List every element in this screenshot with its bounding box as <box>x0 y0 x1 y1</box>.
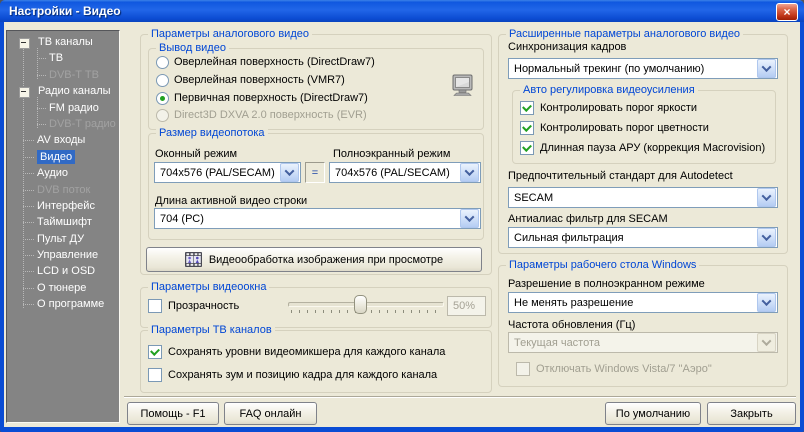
checkbox-disabled-icon <box>516 362 530 376</box>
antialias-filter-select[interactable]: Сильная фильтрация <box>508 227 778 248</box>
film-strip-icon <box>184 252 202 267</box>
group-title: Авто регулировка видеоусиления <box>520 84 698 97</box>
radio-overlay-directdraw7[interactable]: Оверлейная поверхность (DirectDraw7) <box>156 55 375 69</box>
checkbox-checked-icon <box>520 121 534 135</box>
help-button[interactable]: Помощь - F1 <box>127 402 219 425</box>
group-title: Параметры аналогового видео <box>148 28 312 41</box>
sidebar-item-remote[interactable]: Пульт ДУ <box>7 231 119 247</box>
window-title: Настройки - Видео <box>9 4 121 18</box>
group-title: Параметры рабочего стола Windows <box>506 259 700 272</box>
sidebar-item-interface[interactable]: Интерфейс <box>7 198 119 214</box>
sidebar-item-dvbt-radio: DVB-T радио <box>7 116 119 132</box>
video-processing-button[interactable]: Видеообработка изображения при просмотре <box>146 247 482 272</box>
sidebar-item-av-inputs[interactable]: AV входы <box>7 132 119 148</box>
chevron-down-icon <box>757 59 776 78</box>
agc-pause-checkbox[interactable]: Длинная пауза АРУ (коррекция Macrovision… <box>520 141 765 155</box>
chevron-down-icon <box>757 333 776 352</box>
sidebar-item-control[interactable]: Управление <box>7 247 119 263</box>
radio-icon <box>156 55 169 69</box>
refresh-rate-label: Частота обновления (Гц) <box>508 319 636 331</box>
settings-tree: ТВ каналы ТВ DVB-T ТВ Радио каналы FM ра… <box>7 34 119 313</box>
settings-window: Настройки - Видео × ТВ каналы ТВ DVB-T Т… <box>0 0 804 432</box>
preferred-standard-label: Предпочтительный стандарт для Autodetect <box>508 170 733 182</box>
footer-divider <box>124 396 796 398</box>
fullscreen-mode-label: Полноэкранный режим <box>333 148 451 160</box>
sidebar-item-about-tuner[interactable]: О тюнере <box>7 280 119 296</box>
windowed-size-select[interactable]: 704x576 (PAL/SECAM) <box>154 162 301 183</box>
group-title: Расширенные параметры аналогового видео <box>506 28 744 41</box>
save-mixer-levels-checkbox[interactable]: Сохранять уровни видеомикшера для каждог… <box>148 345 445 359</box>
sidebar-item-video[interactable]: Видео <box>7 149 119 165</box>
settings-nav-sidebar: ТВ каналы ТВ DVB-T ТВ Радио каналы FM ра… <box>6 30 120 423</box>
close-dialog-button[interactable]: Закрыть <box>707 402 796 425</box>
sidebar-item-audio[interactable]: Аудио <box>7 165 119 181</box>
radio-selected-icon <box>156 91 169 105</box>
group-title: Размер видеопотока <box>156 127 268 140</box>
selected-item-highlight: Видео <box>37 149 76 164</box>
slider-thumb[interactable] <box>354 295 367 314</box>
brightness-threshold-checkbox[interactable]: Контролировать порог яркости <box>520 101 697 115</box>
group-title: Параметры видеоокна <box>148 281 270 294</box>
checkbox-checked-icon <box>148 345 162 359</box>
windowed-mode-label: Оконный режим <box>155 148 238 160</box>
equals-indicator: = <box>305 162 325 183</box>
chroma-threshold-checkbox[interactable]: Контролировать порог цветности <box>520 121 709 135</box>
chevron-down-icon <box>280 163 299 182</box>
collapse-minus-icon[interactable] <box>19 87 30 99</box>
group-title: Вывод видео <box>156 42 229 55</box>
checkbox-checked-icon <box>520 101 534 115</box>
chevron-down-icon <box>757 228 776 247</box>
chevron-down-icon <box>460 209 479 228</box>
sidebar-item-about-program[interactable]: О программе <box>7 296 119 312</box>
title-bar: Настройки - Видео × <box>0 0 804 22</box>
radio-dxva-evr: Direct3D DXVA 2.0 поверхность (EVR) <box>156 108 367 122</box>
frame-sync-select[interactable]: Нормальный трекинг (по умолчанию) <box>508 58 778 79</box>
transparency-slider[interactable] <box>288 295 444 314</box>
sidebar-item-tv[interactable]: ТВ <box>7 50 119 66</box>
fullscreen-resolution-select[interactable]: Не менять разрешение <box>508 292 778 313</box>
radio-primary-directdraw7[interactable]: Первичная поверхность (DirectDraw7) <box>156 91 368 105</box>
monitor-icon <box>452 74 473 96</box>
checkbox-checked-icon <box>520 141 534 155</box>
group-title: Параметры ТВ каналов <box>148 324 275 337</box>
tv-channels-params-group: Параметры ТВ каналов <box>140 324 492 393</box>
close-button[interactable]: × <box>776 3 798 21</box>
chevron-down-icon <box>757 293 776 312</box>
fullscreen-resolution-label: Разрешение в полноэкранном режиме <box>508 278 705 290</box>
sidebar-item-tv-channels[interactable]: ТВ каналы <box>7 34 119 50</box>
sidebar-item-fm-radio[interactable]: FM радио <box>7 100 119 116</box>
defaults-button[interactable]: По умолчанию <box>605 402 701 425</box>
sidebar-item-radio-channels[interactable]: Радио каналы <box>7 83 119 99</box>
disable-aero-checkbox: Отключать Windows Vista/7 "Аэро" <box>516 362 712 376</box>
sidebar-item-dvbt-tv: DVB-T ТВ <box>7 67 119 83</box>
refresh-rate-select: Текущая частота <box>508 332 778 353</box>
chevron-down-icon <box>757 188 776 207</box>
radio-disabled-icon <box>156 108 169 122</box>
line-length-label: Длина активной видео строки <box>155 195 308 207</box>
transparency-value-field: 50% <box>447 296 486 316</box>
sidebar-item-timeshift[interactable]: Таймшифт <box>7 214 119 230</box>
transparency-checkbox[interactable]: Прозрачность <box>148 299 239 313</box>
preferred-standard-select[interactable]: SECAM <box>508 187 778 208</box>
collapse-minus-icon[interactable] <box>19 38 30 49</box>
antialias-filter-label: Антиалиас фильтр для SECAM <box>508 213 668 225</box>
dialog-body: ТВ каналы ТВ DVB-T ТВ Радио каналы FM ра… <box>4 22 800 427</box>
checkbox-icon <box>148 368 162 382</box>
save-zoom-position-checkbox[interactable]: Сохранять зум и позицию кадра для каждог… <box>148 368 437 382</box>
radio-icon <box>156 73 169 87</box>
chevron-down-icon <box>460 163 479 182</box>
faq-online-button[interactable]: FAQ онлайн <box>224 402 317 425</box>
fullscreen-size-select[interactable]: 704x576 (PAL/SECAM) <box>329 162 481 183</box>
line-length-select[interactable]: 704 (РС) <box>154 208 481 229</box>
checkbox-icon <box>148 299 162 313</box>
radio-overlay-vmr7[interactable]: Оверлейная поверхность (VMR7) <box>156 73 345 87</box>
sidebar-item-lcd-osd[interactable]: LCD и OSD <box>7 263 119 279</box>
sidebar-item-dvb-stream: DVB поток <box>7 182 119 198</box>
close-icon: × <box>783 4 791 19</box>
frame-sync-label: Синхронизация кадров <box>508 41 627 53</box>
